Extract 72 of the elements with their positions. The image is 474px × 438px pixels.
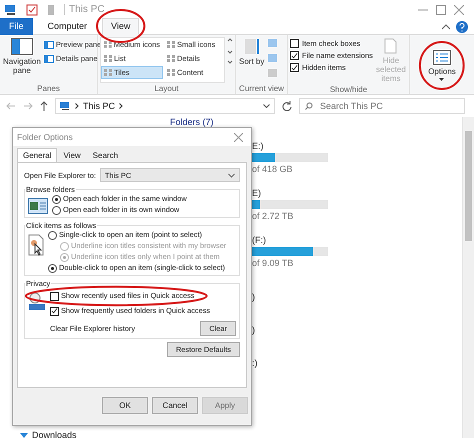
annotation-circle xyxy=(419,41,465,90)
radio-button[interactable] xyxy=(52,194,61,204)
drive-name: ) xyxy=(252,325,256,335)
computer-icon xyxy=(4,4,18,16)
dialog-tab[interactable]: Search xyxy=(86,148,124,162)
chevron-right-icon xyxy=(75,103,79,109)
group-label: Current view xyxy=(238,83,285,94)
grid-icon xyxy=(104,41,112,48)
checkbox[interactable] xyxy=(290,63,299,72)
grid-icon xyxy=(104,69,112,76)
grid-icon xyxy=(167,41,175,48)
computer-icon xyxy=(60,102,71,110)
checkbox[interactable] xyxy=(50,306,59,316)
chevron-down-icon xyxy=(228,172,235,178)
drive-name: E:) xyxy=(252,141,265,151)
dialog-title: Folder Options xyxy=(17,132,73,142)
scrollbar[interactable] xyxy=(462,117,474,438)
radio-button[interactable] xyxy=(48,264,57,272)
file-menu-tab[interactable]: File xyxy=(0,18,33,35)
checkbox[interactable] xyxy=(50,292,59,300)
drive-name: (F:) xyxy=(252,235,267,245)
dialog-button[interactable]: OK xyxy=(102,397,148,414)
dialog-button[interactable]: Cancel xyxy=(152,397,198,414)
grid-icon xyxy=(167,55,175,62)
privacy-icon xyxy=(28,292,46,310)
pane-layout-icon xyxy=(10,38,33,55)
search-field[interactable]: Search This PC xyxy=(299,98,465,114)
sort-by-button[interactable]: Sort by xyxy=(238,37,266,83)
drive-name: E) xyxy=(252,188,262,198)
close-icon[interactable] xyxy=(234,132,243,142)
refresh-icon[interactable] xyxy=(282,101,292,111)
chevron-down-icon xyxy=(263,104,270,108)
drive-size: of 2.72 TB xyxy=(252,211,294,221)
list-icon xyxy=(432,50,451,65)
group-label: Panes xyxy=(36,83,61,94)
drive-size: of 418 GB xyxy=(252,164,294,174)
drive-size: of 9.09 TB xyxy=(252,258,294,268)
pane-layout-icon xyxy=(44,54,54,62)
grid-icon xyxy=(167,69,175,76)
download-icon xyxy=(20,431,28,438)
drive-name: :) xyxy=(252,358,258,368)
radio-button[interactable] xyxy=(52,206,61,214)
group-label: Layout xyxy=(153,83,180,94)
help-icon[interactable] xyxy=(456,20,468,32)
radio-button[interactable] xyxy=(48,230,57,240)
ribbon-tab[interactable]: View xyxy=(102,18,140,35)
dropdown-arrow-icon xyxy=(439,78,444,81)
window-title: This PC xyxy=(64,4,105,15)
document-icon xyxy=(384,38,398,54)
close-icon[interactable] xyxy=(454,4,464,14)
maximize-icon[interactable] xyxy=(436,4,446,14)
drive-name: ) xyxy=(252,292,256,302)
dialog-tab[interactable]: General xyxy=(17,148,58,162)
group-label: Show/hide xyxy=(328,84,368,95)
checkbox[interactable] xyxy=(290,39,299,48)
sort-columns-icon xyxy=(244,38,260,55)
grid-icon xyxy=(104,55,112,62)
collapse-ribbon-icon[interactable] xyxy=(442,24,450,30)
ribbon-tab[interactable]: Computer xyxy=(38,18,96,35)
navigation-pane-button[interactable]: Navigation pane xyxy=(2,37,42,83)
section-header[interactable]: Folders (7) xyxy=(170,117,462,127)
nav-item[interactable]: Downloads xyxy=(32,430,77,438)
checkmark-icon[interactable] xyxy=(26,4,38,16)
checkbox[interactable] xyxy=(290,51,299,60)
document-cursor-icon xyxy=(28,234,44,256)
dialog-tab[interactable]: View xyxy=(57,148,87,162)
chevron-right-icon xyxy=(119,103,124,109)
search-icon xyxy=(305,102,313,110)
window-icon xyxy=(28,198,48,214)
address-bar[interactable]: This PC xyxy=(55,98,275,114)
up-icon[interactable] xyxy=(40,101,48,111)
pane-layout-icon xyxy=(44,40,54,48)
